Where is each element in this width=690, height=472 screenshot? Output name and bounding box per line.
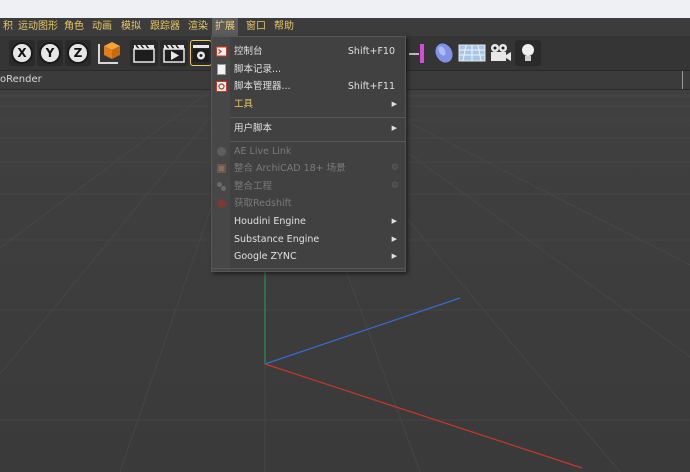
z-axis-lock-button[interactable]: Z [65, 40, 91, 66]
coordinate-system-button[interactable] [96, 40, 124, 66]
script-manager-icon [216, 81, 227, 92]
menu-item-user-scripts[interactable]: 用户脚本 ▶ [212, 120, 405, 137]
submenu-arrow-icon: ▶ [391, 217, 397, 225]
panel-title: oRender [0, 74, 42, 85]
menu-item-google-zync[interactable]: Google ZYNC ▶ [212, 248, 405, 265]
deformer-button[interactable] [431, 40, 457, 66]
spline-pen-button[interactable] [407, 40, 431, 66]
menu-item-help[interactable]: 帮助 [271, 18, 297, 36]
menu-item-simulate[interactable]: 积 [0, 18, 16, 36]
menu-item-script-log[interactable]: 脚本记录... [212, 61, 405, 78]
menu-item-tracker[interactable]: 跟踪器 [147, 18, 183, 36]
panel-divider [682, 71, 683, 89]
menu-item-simulation[interactable]: 模拟 [118, 18, 144, 36]
extensions-dropdown-menu: 控制台 Shift+F10 脚本记录... 脚本管理器... Shift+F11… [211, 36, 406, 272]
redshift-icon [217, 199, 226, 208]
submenu-arrow-icon: ▶ [391, 235, 397, 243]
gear-icon: ⚙ [390, 181, 399, 191]
menu-item-substance-engine[interactable]: Substance Engine ▶ [212, 231, 405, 248]
floor-grid-icon [458, 44, 486, 62]
floor-environment-button[interactable] [458, 40, 486, 66]
render-settings-button[interactable] [190, 40, 212, 66]
y-axis-icon: Y [39, 42, 61, 64]
menu-item-houdini-engine[interactable]: Houdini Engine ▶ [212, 213, 405, 230]
submenu-arrow-icon: ▶ [391, 252, 397, 260]
menu-item-character[interactable]: 角色 [61, 18, 87, 36]
camera-button[interactable] [487, 40, 513, 66]
menu-separator [230, 117, 405, 118]
render-view-button[interactable] [130, 40, 158, 66]
script-log-icon [217, 64, 226, 75]
menu-item-render[interactable]: 渲染 [185, 18, 211, 36]
light-bulb-icon [522, 44, 534, 61]
coordinate-system-icon [98, 42, 120, 64]
menu-item-tools[interactable]: 工具 ▶ [212, 96, 405, 113]
menu-separator [230, 141, 405, 142]
light-button[interactable] [515, 40, 541, 66]
z-axis-icon: Z [67, 42, 89, 64]
pen-marker-icon [409, 44, 424, 63]
deformer-icon [435, 43, 453, 63]
console-icon [216, 46, 227, 57]
window-top-strip [0, 0, 690, 18]
menu-item-merge-archicad: 整合 ArchiCAD 18+ 场景 ⚙ [212, 160, 405, 177]
gear-clapboard-icon [193, 45, 209, 62]
menu-item-ae-live-link: AE Live Link [212, 143, 405, 160]
archicad-icon [217, 164, 226, 173]
ae-link-icon [217, 147, 226, 156]
x-axis-lock-button[interactable]: X [9, 40, 35, 66]
menu-item-script-manager[interactable]: 脚本管理器... Shift+F11 [212, 78, 405, 95]
gear-icon: ⚙ [390, 163, 399, 173]
merge-project-icon [217, 182, 226, 191]
y-axis-lock-button[interactable]: Y [37, 40, 63, 66]
menu-item-merge-project: 整合工程 ⚙ [212, 178, 405, 195]
play-clapboard-icon [163, 44, 185, 63]
menu-item-animation[interactable]: 动画 [89, 18, 115, 36]
menu-item-extensions[interactable]: 扩展 [212, 18, 238, 36]
menu-item-mograph[interactable]: 运动图形 [15, 18, 61, 36]
menu-item-get-redshift: 获取Redshift [212, 195, 405, 212]
x-axis-icon: X [11, 42, 33, 64]
menu-item-window[interactable]: 窗口 [243, 18, 269, 36]
submenu-arrow-icon: ▶ [391, 124, 397, 132]
clapboard-icon [133, 44, 155, 63]
menu-separator [212, 268, 405, 269]
render-picture-viewer-button[interactable] [160, 40, 188, 66]
camera-icon [491, 44, 511, 61]
menu-bar: 积 运动图形 角色 动画 模拟 跟踪器 渲染 扩展 窗口 帮助 [0, 18, 690, 36]
submenu-arrow-icon: ▶ [391, 100, 397, 108]
menu-item-console[interactable]: 控制台 Shift+F10 [212, 43, 405, 60]
